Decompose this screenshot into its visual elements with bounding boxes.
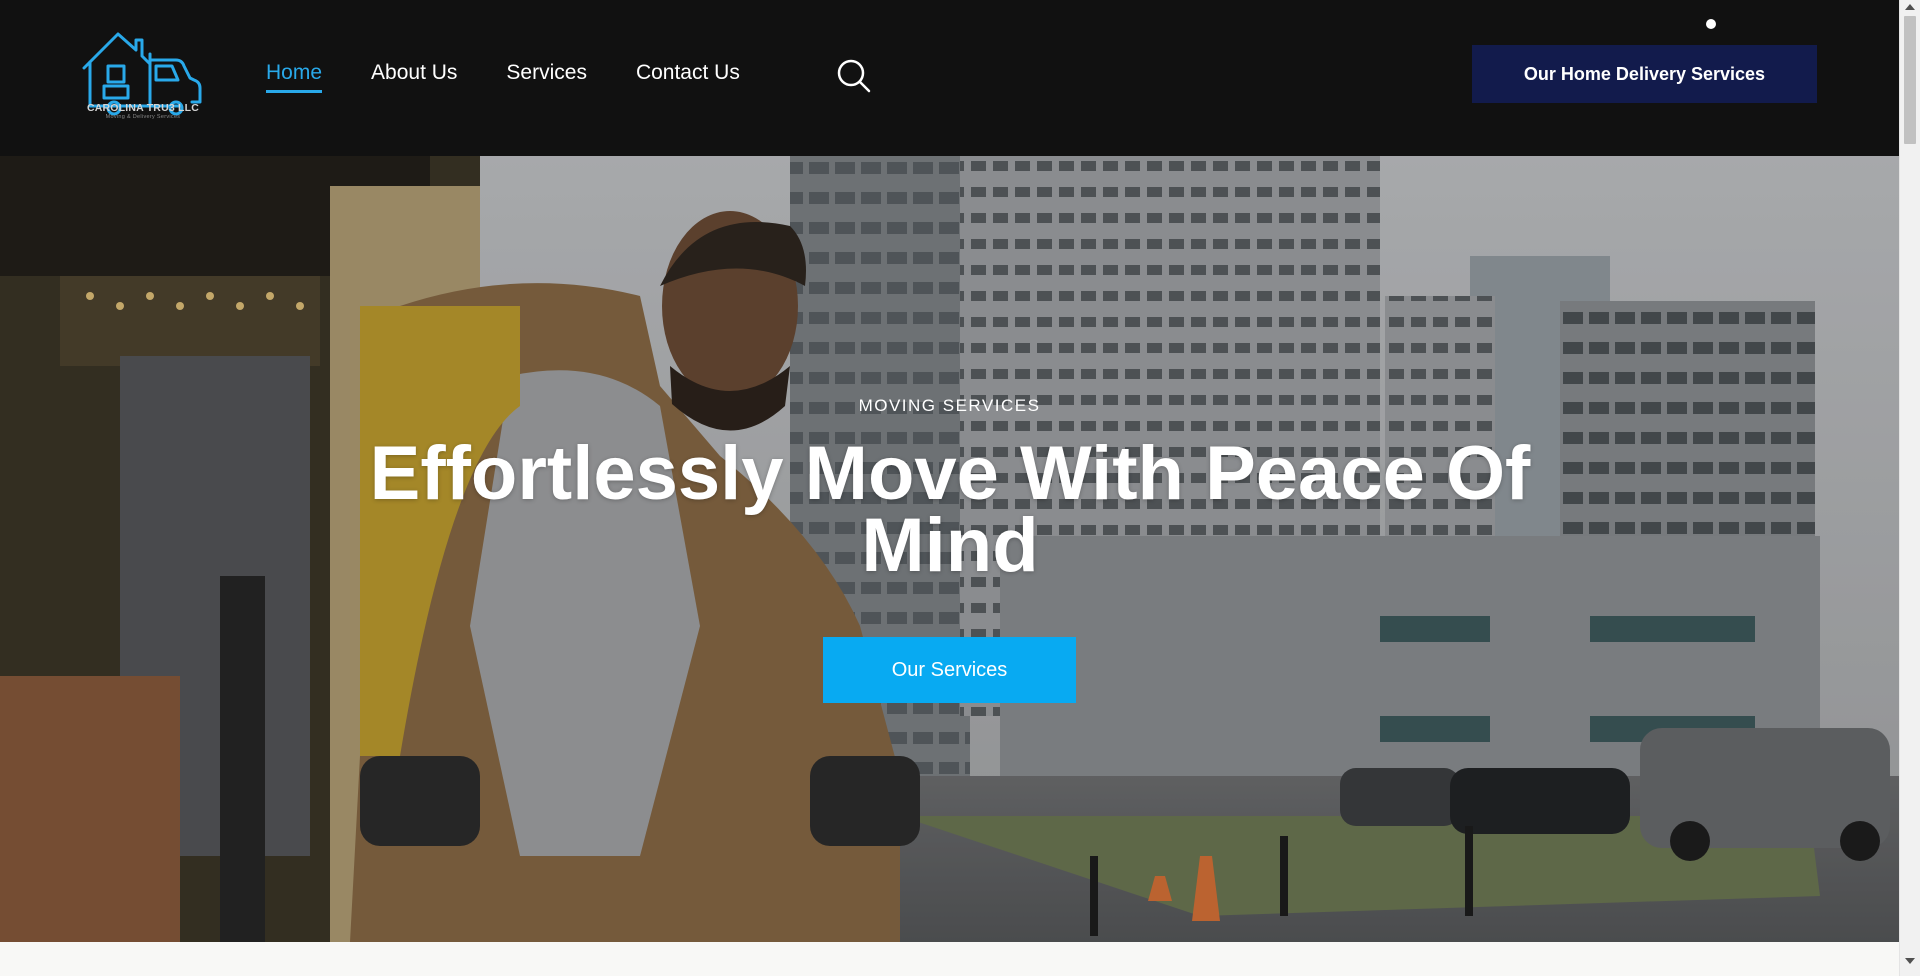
hero-section: MOVING SERVICES Effortlessly Move With P… [0,156,1899,942]
nav-item-about-us[interactable]: About Us [371,58,457,88]
indicator-dot [1706,19,1716,29]
scroll-up-arrow-icon[interactable] [1905,4,1915,10]
nav-item-home[interactable]: Home [266,58,323,93]
next-section [0,942,1899,976]
main-nav: Home About Us Services Contact Us [266,58,789,93]
logo-name: CAROLINA TRU3 LLC [86,102,200,114]
page-scrollbar[interactable] [1899,0,1920,976]
nav-item-services[interactable]: Services [506,58,587,88]
site-header: CAROLINA TRU3 LLC Moving & Delivery Serv… [0,0,1899,156]
scrollbar-thumb[interactable] [1904,16,1916,144]
hero-title: Effortlessly Move With Peace Of Mind [369,431,1531,588]
home-delivery-services-button[interactable]: Our Home Delivery Services [1472,45,1817,103]
hero-subtitle: MOVING SERVICES [858,396,1041,415]
nav-item-contact-us[interactable]: Contact Us [636,58,740,88]
search-icon[interactable] [836,58,872,94]
our-services-button[interactable]: Our Services [823,637,1076,703]
logo[interactable]: CAROLINA TRU3 LLC Moving & Delivery Serv… [78,30,214,122]
scroll-down-arrow-icon[interactable] [1905,958,1915,964]
logo-tagline: Moving & Delivery Services [105,114,181,120]
